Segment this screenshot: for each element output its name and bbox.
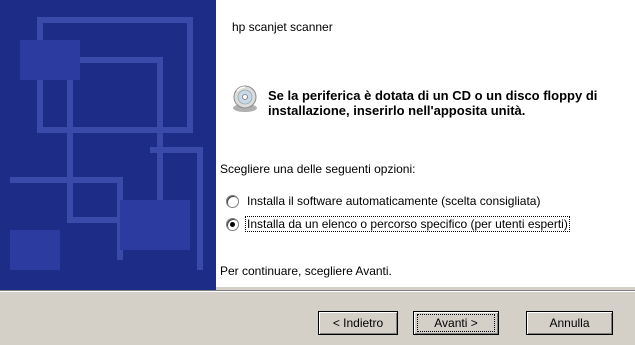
cancel-button[interactable]: Annulla [526, 311, 613, 335]
radio-install-from-list[interactable] [226, 217, 239, 231]
cd-icon [233, 85, 257, 112]
wizard-dialog: hp scanjet scanner Se la periferica è do… [0, 0, 635, 345]
wizard-heading: hp scanjet scanner [232, 20, 333, 34]
cd-prompt-message: Se la periferica è dotata di un CD o un … [268, 88, 598, 118]
button-separator [0, 290, 635, 292]
continue-hint: Per continuare, scegliere Avanti. [220, 264, 392, 278]
next-button-label: Avanti > [417, 314, 495, 332]
next-button[interactable]: Avanti > [413, 311, 499, 335]
radio-install-auto[interactable] [226, 194, 239, 208]
options-instruction: Scegliere una delle seguenti opzioni: [220, 162, 416, 176]
option-install-auto[interactable]: Installa il software automaticamente (sc… [226, 193, 542, 209]
option-install-from-list-label: Installa da un elenco o percorso specifi… [245, 216, 570, 232]
back-button[interactable]: < Indietro [318, 311, 398, 335]
side-panel-graphic [0, 0, 216, 290]
side-panel-art [0, 0, 216, 290]
option-install-from-list[interactable]: Installa da un elenco o percorso specifi… [226, 216, 570, 232]
option-install-auto-label: Installa il software automaticamente (sc… [247, 194, 541, 208]
content-area: hp scanjet scanner Se la periferica è do… [0, 0, 635, 290]
